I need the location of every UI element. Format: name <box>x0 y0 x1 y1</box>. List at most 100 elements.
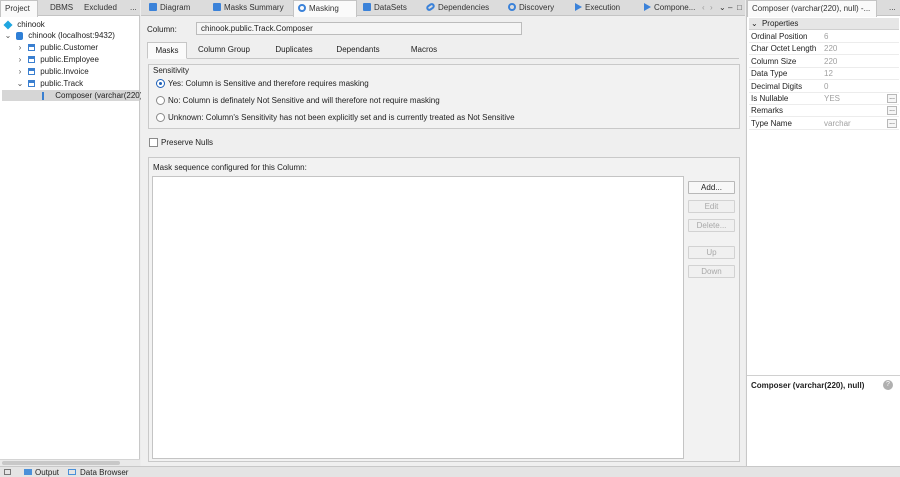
property-value[interactable]: YES <box>824 93 840 105</box>
property-value[interactable]: 220 <box>824 56 837 68</box>
preserve-nulls-checkbox[interactable] <box>149 138 158 147</box>
edit-mask-button[interactable]: Edit <box>688 200 735 213</box>
subtab-macros[interactable]: Macros <box>401 42 447 59</box>
property-value[interactable]: varchar <box>824 118 851 130</box>
property-row[interactable]: Data Type 12 <box>749 68 899 81</box>
output-icon <box>24 469 32 475</box>
maximize-button[interactable]: □ <box>733 0 743 16</box>
chevron-down-icon[interactable]: ⌄ <box>16 78 24 89</box>
subtab-masks[interactable]: Masks <box>147 42 187 59</box>
sensitivity-unknown-radio[interactable] <box>156 113 165 122</box>
property-name: Type Name <box>751 118 792 128</box>
properties-section-header[interactable]: ⌄ Properties <box>749 18 899 30</box>
component-icon <box>644 3 651 11</box>
mask-sequence-list[interactable] <box>152 176 684 459</box>
sensitivity-group-title: Sensitivity <box>153 66 190 75</box>
property-value[interactable]: 6 <box>824 31 828 43</box>
tab-diagram[interactable]: Diagram <box>145 0 197 16</box>
subtab-dependants[interactable]: Dependants <box>331 42 385 59</box>
move-up-button[interactable]: Up <box>688 246 735 259</box>
tab-project[interactable]: Project <box>0 0 38 17</box>
tab-masking[interactable]: Masking <box>293 0 357 17</box>
property-name: Data Type <box>751 69 788 79</box>
minimize-button[interactable]: – <box>724 0 733 16</box>
add-mask-button[interactable]: Add... <box>688 181 735 194</box>
tab-masks-summary[interactable]: Masks Summary <box>209 0 289 16</box>
database-icon <box>16 31 23 40</box>
project-panel-menu-button[interactable]: ... <box>126 0 138 16</box>
property-description-title: Composer (varchar(220), null) <box>751 381 865 390</box>
property-row[interactable]: Is Nullable YES... <box>749 93 899 105</box>
move-down-button[interactable]: Down <box>688 265 735 278</box>
properties-section-label: Properties <box>761 19 799 28</box>
property-edit-button[interactable]: ... <box>887 118 897 128</box>
sensitivity-no-label[interactable]: No: Column is definately Not Sensitive a… <box>168 96 440 105</box>
property-edit-button[interactable]: ... <box>887 94 897 103</box>
tab-discovery[interactable]: Discovery <box>504 0 568 16</box>
restore-icon[interactable] <box>4 469 11 475</box>
data-browser-icon <box>68 469 76 475</box>
tree-item-table-employee[interactable]: › public.Employee <box>16 54 99 65</box>
preserve-nulls-label[interactable]: Preserve Nulls <box>161 138 213 147</box>
tab-components[interactable]: Compone... <box>640 0 698 16</box>
tab-datasets[interactable]: DataSets <box>359 0 417 16</box>
properties-tabbar: Composer (varchar(220), null) -... ... <box>747 0 900 17</box>
chevron-right-icon[interactable]: › <box>16 42 24 53</box>
tab-dbms[interactable]: DBMS <box>46 0 76 16</box>
subtab-duplicates[interactable]: Duplicates <box>269 42 319 59</box>
play-icon <box>575 3 582 11</box>
link-icon <box>425 1 436 13</box>
property-value[interactable]: 0 <box>824 81 828 93</box>
tree-item-column-composer[interactable]: Composer (varchar(220), <box>2 90 145 101</box>
sensitivity-no-radio[interactable] <box>156 96 165 105</box>
tree-label: public.Invoice <box>40 67 89 76</box>
chevron-left-icon[interactable]: ‹ <box>698 0 706 16</box>
tree-item-connection[interactable]: ⌄ chinook (localhost:9432) <box>4 30 115 41</box>
property-value[interactable]: 220 <box>824 43 837 55</box>
property-name: Column Size <box>751 56 797 66</box>
property-name: Ordinal Position <box>751 32 808 41</box>
horizontal-scrollbar[interactable] <box>0 459 140 466</box>
tab-overflow-button[interactable]: ⌄ <box>715 0 726 16</box>
sensitivity-yes-radio[interactable] <box>156 79 165 88</box>
tree-label: public.Employee <box>40 55 99 64</box>
chevron-right-icon[interactable]: › <box>16 54 24 65</box>
delete-mask-button[interactable]: Delete... <box>688 219 735 232</box>
tree-item-table-track[interactable]: ⌄ public.Track <box>16 78 83 89</box>
dataset-grid-icon <box>363 3 371 11</box>
properties-tab[interactable]: Composer (varchar(220), null) -... <box>747 0 877 17</box>
properties-menu-button[interactable]: ... <box>885 0 899 16</box>
sensitivity-unknown-label[interactable]: Unknown: Column's Sensitivity has not be… <box>168 113 515 122</box>
tree-item-table-customer[interactable]: › public.Customer <box>16 42 98 53</box>
chevron-down-icon[interactable]: ⌄ <box>4 30 12 41</box>
property-row[interactable]: Decimal Digits 0 <box>749 81 899 93</box>
tree-item-project-root[interactable]: chinook <box>3 19 45 30</box>
tree-label: chinook (localhost:9432) <box>28 31 115 40</box>
tree-item-table-invoice[interactable]: › public.Invoice <box>16 66 89 77</box>
grid-icon <box>213 3 221 11</box>
property-row[interactable]: Type Name varchar... <box>749 118 899 130</box>
column-field[interactable]: chinook.public.Track.Composer <box>196 22 522 35</box>
tab-dependencies[interactable]: Dependencies <box>422 0 500 16</box>
tab-execution[interactable]: Execution <box>571 0 637 16</box>
property-value[interactable]: 12 <box>824 68 833 80</box>
tab-output[interactable]: Output <box>35 467 59 477</box>
project-panel-tabbar: Project DBMS Excluded ... <box>0 0 140 17</box>
tab-data-browser[interactable]: Data Browser <box>80 467 128 477</box>
chevron-down-icon: ⌄ <box>751 19 758 28</box>
property-row[interactable]: Column Size 220 <box>749 56 899 68</box>
property-edit-button[interactable]: ... <box>887 106 897 116</box>
property-row[interactable]: Ordinal Position 6 <box>749 31 899 43</box>
property-row[interactable]: Remarks... <box>749 105 899 118</box>
tab-excluded[interactable]: Excluded <box>80 0 120 16</box>
help-icon[interactable]: ? <box>883 380 893 390</box>
chevron-right-icon[interactable]: › <box>706 0 714 16</box>
chevron-right-icon[interactable]: › <box>16 66 24 77</box>
mask-sequence-title: Mask sequence configured for this Column… <box>153 163 307 172</box>
discovery-icon <box>508 3 516 11</box>
scrollbar-thumb[interactable] <box>2 461 120 465</box>
table-icon <box>28 80 35 88</box>
property-row[interactable]: Char Octet Length 220 <box>749 43 899 56</box>
sensitivity-yes-label[interactable]: Yes: Column is Sensitive and therefore r… <box>168 79 369 88</box>
subtab-column-group[interactable]: Column Group <box>195 42 253 59</box>
